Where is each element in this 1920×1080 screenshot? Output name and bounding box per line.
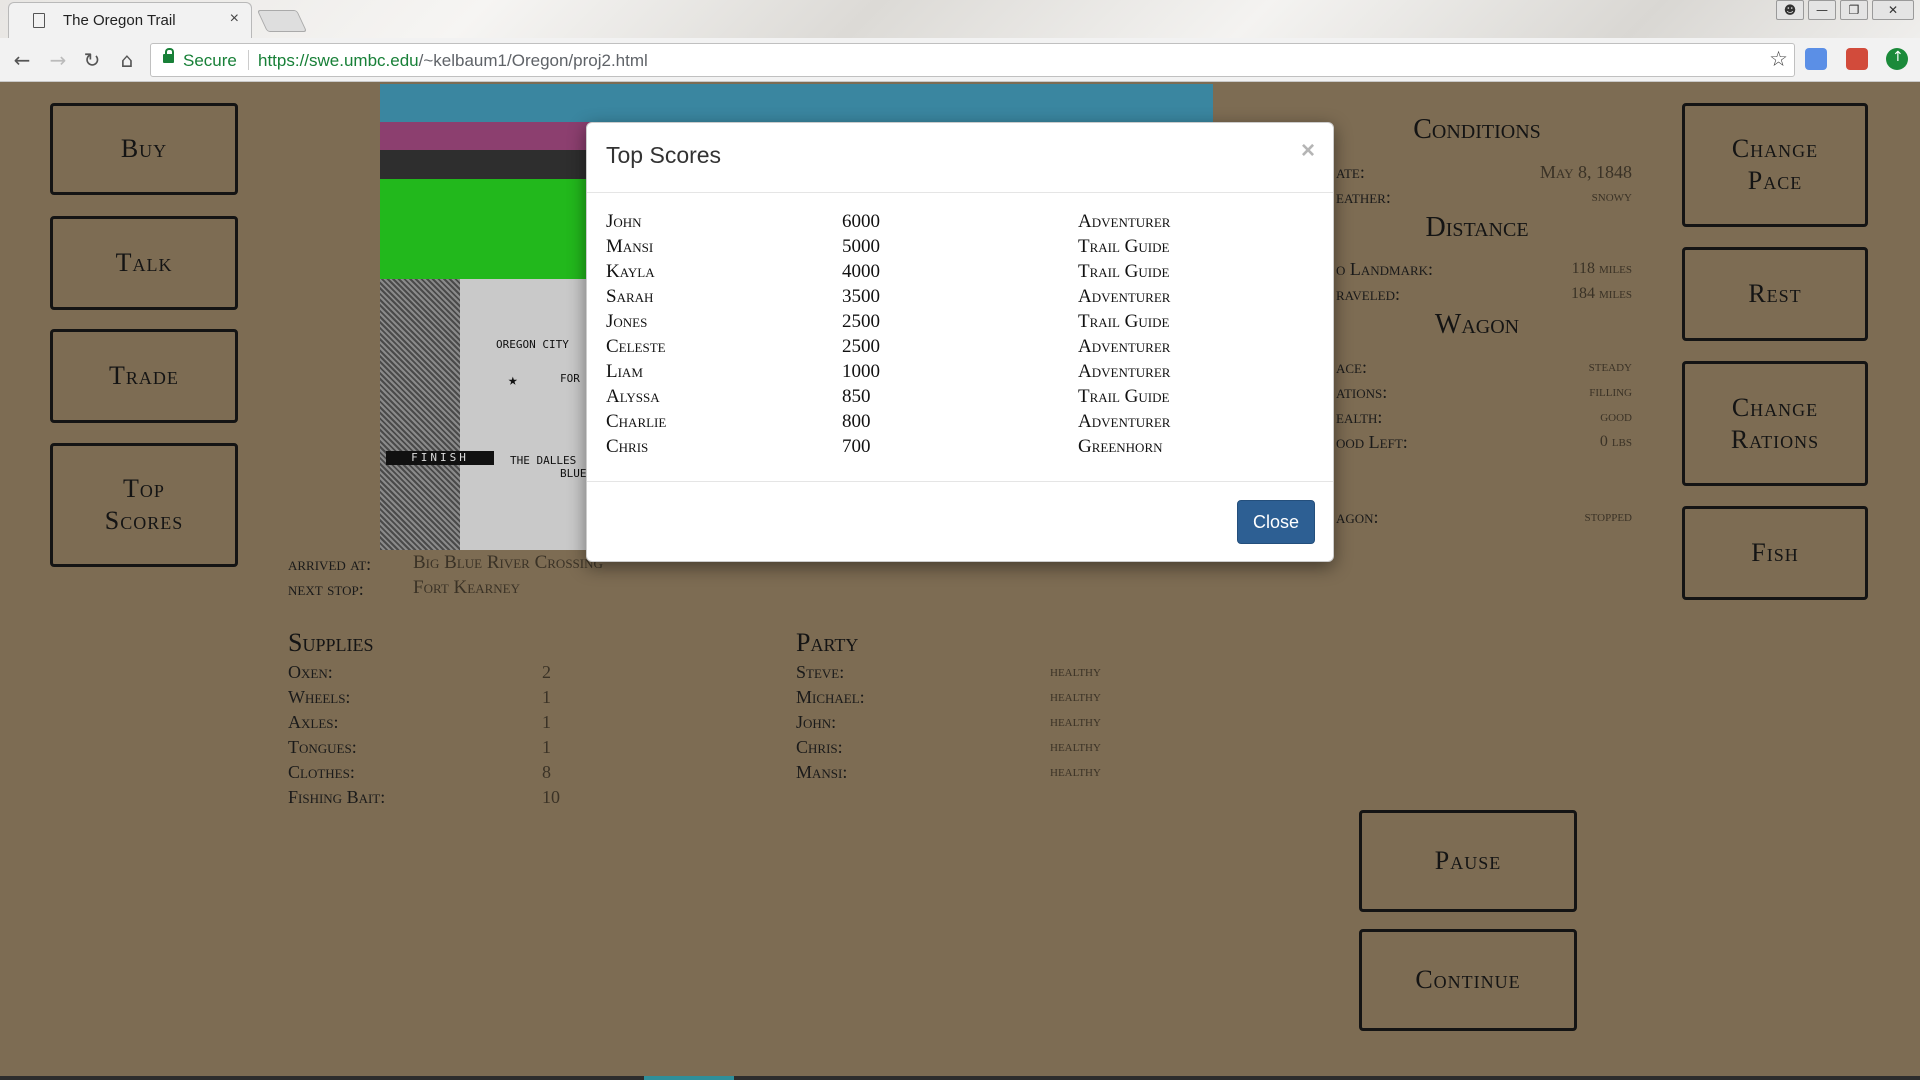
lock-icon: [163, 48, 174, 63]
player-name: Charlie: [606, 411, 667, 432]
minimize-icon[interactable]: —: [1808, 0, 1836, 20]
player-name: Kayla: [606, 261, 655, 282]
url-host: https://swe.umbc.edu: [258, 51, 419, 70]
restore-icon[interactable]: ❐: [1840, 0, 1868, 20]
modal-header: Top Scores ×: [587, 123, 1333, 193]
table-row: Celeste 2500 Adventurer: [606, 336, 1306, 361]
acrobat-extension-icon[interactable]: [1846, 48, 1868, 70]
table-row: John 6000 Adventurer: [606, 211, 1306, 236]
player-rank: Adventurer: [1078, 286, 1171, 307]
player-score: 1000: [842, 361, 880, 382]
table-row: Chris 700 Greenhorn: [606, 436, 1306, 461]
tab-close-icon[interactable]: ×: [230, 10, 239, 28]
player-rank: Adventurer: [1078, 336, 1171, 357]
url-path: /~kelbaum1/Oregon/proj2.html: [418, 51, 648, 70]
forward-arrow-icon[interactable]: →: [44, 46, 72, 74]
table-row: Liam 1000 Adventurer: [606, 361, 1306, 386]
player-name: Celeste: [606, 336, 666, 357]
player-name: Liam: [606, 361, 643, 382]
player-score: 800: [842, 411, 871, 432]
player-score: 3500: [842, 286, 880, 307]
player-name: Alyssa: [606, 386, 660, 407]
close-icon[interactable]: ×: [1301, 137, 1315, 165]
player-score: 2500: [842, 336, 880, 357]
address-bar[interactable]: Secure https://swe.umbc.edu/~kelbaum1/Or…: [150, 43, 1795, 77]
table-row: Alyssa 850 Trail Guide: [606, 386, 1306, 411]
browser-tab[interactable]: The Oregon Trail ×: [8, 2, 252, 38]
player-name: John: [606, 211, 642, 232]
secure-label: Secure: [183, 51, 237, 70]
new-tab-button[interactable]: [256, 10, 308, 32]
player-name: Sarah: [606, 286, 654, 307]
update-extension-icon[interactable]: [1886, 48, 1908, 70]
close-button[interactable]: Close: [1237, 500, 1315, 544]
document-icon: [33, 13, 45, 28]
player-rank: Trail Guide: [1078, 386, 1170, 407]
player-rank: Trail Guide: [1078, 311, 1170, 332]
home-icon[interactable]: ⌂: [113, 46, 141, 74]
player-score: 6000: [842, 211, 880, 232]
top-scores-modal: Top Scores × John 6000 Adventurer Mansi …: [586, 122, 1334, 562]
player-name: Mansi: [606, 236, 654, 257]
table-row: Mansi 5000 Trail Guide: [606, 236, 1306, 261]
player-score: 2500: [842, 311, 880, 332]
modal-footer-divider: [587, 481, 1333, 482]
back-arrow-icon[interactable]: ←: [8, 46, 36, 74]
player-score: 5000: [842, 236, 880, 257]
browser-tab-strip: The Oregon Trail × ☻ — ❐ ✕: [0, 0, 1920, 38]
window-close-icon[interactable]: ✕: [1872, 0, 1914, 20]
reload-icon[interactable]: ↻: [78, 46, 106, 74]
modal-title: Top Scores: [606, 142, 722, 168]
player-name: Chris: [606, 436, 649, 457]
scores-table: John 6000 Adventurer Mansi 5000 Trail Gu…: [606, 211, 1306, 461]
table-row: Jones 2500 Trail Guide: [606, 311, 1306, 336]
player-score: 700: [842, 436, 871, 457]
player-rank: Trail Guide: [1078, 236, 1170, 257]
table-row: Sarah 3500 Adventurer: [606, 286, 1306, 311]
star-icon[interactable]: ☆: [1769, 47, 1788, 71]
window-controls: ☻ — ❐ ✕: [1776, 0, 1920, 22]
omnibox-divider: [248, 50, 249, 70]
profile-icon[interactable]: ☻: [1776, 0, 1804, 20]
player-score: 850: [842, 386, 871, 407]
table-row: Kayla 4000 Trail Guide: [606, 261, 1306, 286]
player-rank: Adventurer: [1078, 211, 1171, 232]
player-rank: Trail Guide: [1078, 261, 1170, 282]
player-rank: Greenhorn: [1078, 436, 1163, 457]
player-rank: Adventurer: [1078, 361, 1171, 382]
player-name: Jones: [606, 311, 648, 332]
player-rank: Adventurer: [1078, 411, 1171, 432]
table-row: Charlie 800 Adventurer: [606, 411, 1306, 436]
url-text: https://swe.umbc.edu/~kelbaum1/Oregon/pr…: [258, 51, 648, 71]
translate-extension-icon[interactable]: [1805, 48, 1827, 70]
player-score: 4000: [842, 261, 880, 282]
browser-toolbar: ← → ↻ ⌂ Secure https://swe.umbc.edu/~kel…: [0, 38, 1920, 82]
tab-title: The Oregon Trail: [63, 12, 176, 29]
